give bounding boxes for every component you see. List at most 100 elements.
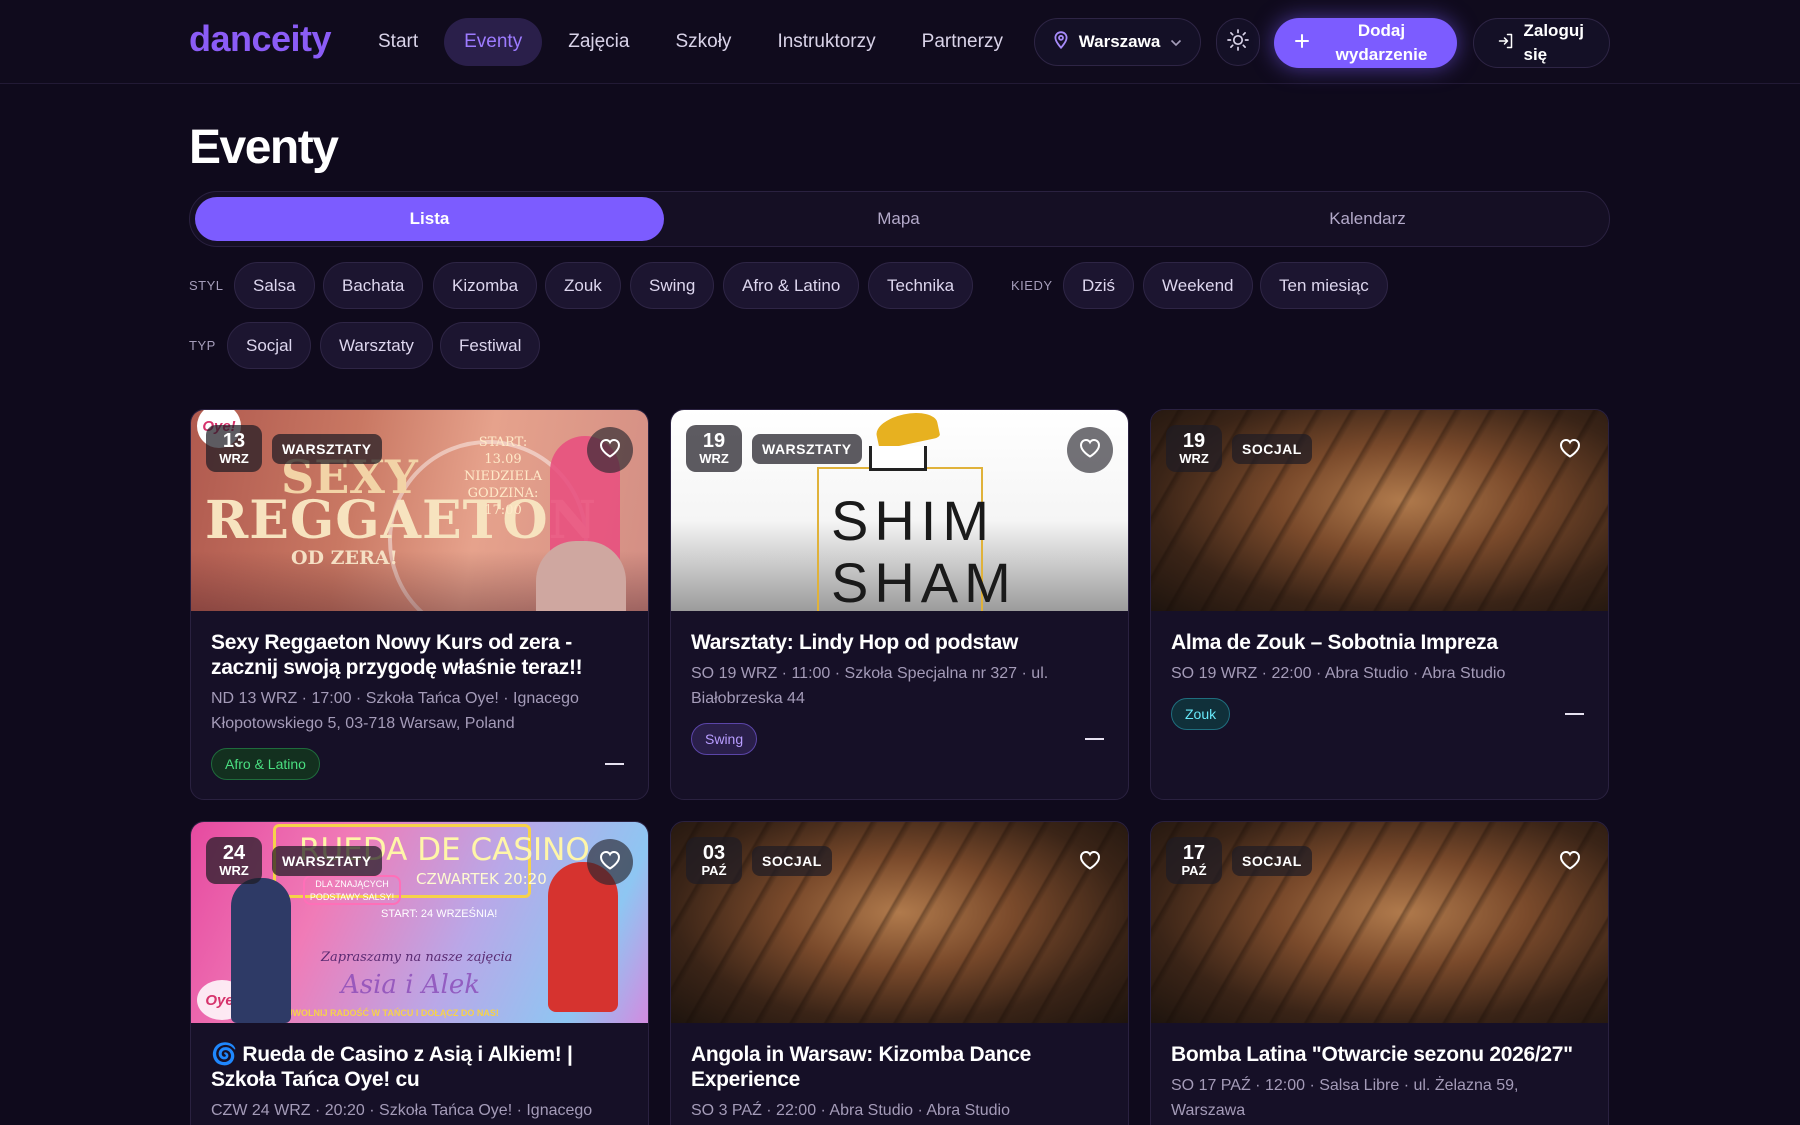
event-title[interactable]: 🌀 Rueda de Casino z Asią i Alkiem! | Szk… bbox=[211, 1042, 628, 1092]
tab-mapa[interactable]: Mapa bbox=[664, 197, 1133, 241]
filter-chip-dzis[interactable]: Dziś bbox=[1063, 262, 1135, 309]
nav-link-start[interactable]: Start bbox=[358, 18, 438, 66]
favorite-button[interactable] bbox=[587, 427, 633, 473]
minus-icon[interactable] bbox=[1085, 738, 1104, 740]
event-title[interactable]: Bomba Latina "Otwarcie sezonu 2026/27" bbox=[1171, 1042, 1588, 1067]
event-card-body: Warsztaty: Lindy Hop od podstaw SO 19 WR… bbox=[671, 611, 1128, 773]
nav-link-eventy[interactable]: Eventy bbox=[444, 18, 543, 66]
map-pin-icon bbox=[1053, 30, 1069, 54]
filter-chip-technika[interactable]: Technika bbox=[868, 262, 974, 309]
filter-chip-bachata[interactable]: Bachata bbox=[323, 262, 424, 309]
event-meta: SO 17 PAŹ · 12:00 · Salsa Libre · ul. Że… bbox=[1171, 1077, 1519, 1119]
event-card[interactable]: 17 PAŹ SOCJAL Bomba Latina "Otwarcie sez… bbox=[1150, 821, 1609, 1125]
event-date-badge: 19 WRZ bbox=[1166, 425, 1222, 472]
filter-chip-weekend[interactable]: Weekend bbox=[1143, 262, 1253, 309]
gramophone-box bbox=[869, 446, 927, 471]
event-meta: CZW 24 WRZ · 20:20 · Szkoła Tańca Oye! ·… bbox=[211, 1102, 593, 1119]
event-day: 03 bbox=[702, 842, 726, 864]
style-filter-label: STYL bbox=[189, 278, 224, 293]
event-card-body: Alma de Zouk – Sobotnia Impreza SO 19 WR… bbox=[1151, 611, 1608, 748]
event-image: 03 PAŹ SOCJAL bbox=[671, 822, 1128, 1023]
type-filter-label: TYP bbox=[189, 338, 216, 353]
event-day: 19 bbox=[702, 430, 726, 452]
image-headline-1: SHIM bbox=[831, 489, 995, 552]
heart-icon bbox=[599, 850, 621, 875]
event-image: 17 PAŹ SOCJAL bbox=[1151, 822, 1608, 1023]
add-event-label: Dodaj wydarzenie bbox=[1335, 21, 1428, 64]
event-card-body: Angola in Warsaw: Kizomba Dance Experien… bbox=[671, 1023, 1128, 1125]
minus-icon[interactable] bbox=[1565, 713, 1584, 715]
heart-icon bbox=[1559, 438, 1581, 463]
filter-chip-warsztaty[interactable]: Warsztaty bbox=[320, 322, 433, 369]
gramophone-horn bbox=[873, 410, 941, 451]
add-event-button[interactable]: Dodaj wydarzenie bbox=[1274, 18, 1457, 68]
event-title[interactable]: Alma de Zouk – Sobotnia Impreza bbox=[1171, 630, 1588, 655]
main-nav: Start Eventy Zajęcia Szkoły Instruktorzy… bbox=[358, 18, 1023, 66]
view-tabs: Lista Mapa Kalendarz bbox=[189, 191, 1610, 247]
filter-chip-swing[interactable]: Swing bbox=[630, 262, 715, 309]
favorite-button[interactable] bbox=[1547, 427, 1593, 473]
filter-chip-festiwal[interactable]: Festiwal bbox=[440, 322, 541, 369]
event-date-badge: 03 PAŹ bbox=[686, 837, 742, 884]
nav-link-zajecia[interactable]: Zajęcia bbox=[548, 18, 649, 66]
filter-chip-afro-latino[interactable]: Afro & Latino bbox=[723, 262, 860, 309]
heart-icon bbox=[1079, 438, 1101, 463]
event-image: 19 WRZ SOCJAL bbox=[1151, 410, 1608, 611]
filter-chip-salsa[interactable]: Salsa bbox=[234, 262, 315, 309]
city-name: Warszawa bbox=[1078, 32, 1161, 51]
favorite-button[interactable] bbox=[1067, 839, 1113, 885]
event-card[interactable]: Oye! SEXY REGGAETON OD ZERA! START: 13.0… bbox=[190, 409, 649, 800]
image-invite: Zapraszamy na nasze zajęcia bbox=[321, 950, 513, 965]
image-start-date: START: 24 WRZEŚNIA! bbox=[381, 908, 498, 920]
filter-chip-socjal[interactable]: Socjal bbox=[227, 322, 312, 369]
nav-link-partnerzy[interactable]: Partnerzy bbox=[902, 18, 1023, 66]
filter-chip-zouk[interactable]: Zouk bbox=[545, 262, 621, 309]
plus-icon bbox=[1294, 33, 1309, 53]
event-date-badge: 19 WRZ bbox=[686, 425, 742, 472]
event-title[interactable]: Sexy Reggaeton Nowy Kurs od zera - zaczn… bbox=[211, 630, 628, 680]
login-label: Zaloguj się bbox=[1523, 21, 1584, 64]
image-headline-2: CZWARTEK 20:20 bbox=[416, 870, 547, 888]
event-card[interactable]: RUEDA DE CASINO CZWARTEK 20:20 DLA ZNAJĄ… bbox=[190, 821, 649, 1125]
event-month: WRZ bbox=[219, 863, 249, 878]
filter-chip-kizomba[interactable]: Kizomba bbox=[433, 262, 538, 309]
event-meta: SO 3 PAŹ · 22:00 · Abra Studio · Abra St… bbox=[691, 1102, 1010, 1119]
event-date-badge: 24 WRZ bbox=[206, 837, 262, 884]
image-date-info: START: 13.09 NIEDZIELA GODZINA: 17:00 bbox=[463, 435, 543, 518]
event-style-tag: Afro & Latino bbox=[211, 748, 320, 780]
minus-icon[interactable] bbox=[605, 763, 624, 765]
event-title[interactable]: Warsztaty: Lindy Hop od podstaw bbox=[691, 630, 1108, 655]
event-type-badge: WARSZTATY bbox=[272, 434, 382, 464]
filter-chip-ten-miesiac[interactable]: Ten miesiąc bbox=[1260, 262, 1388, 309]
event-card-body: 🌀 Rueda de Casino z Asią i Alkiem! | Szk… bbox=[191, 1023, 648, 1125]
favorite-button[interactable] bbox=[587, 839, 633, 885]
event-type-badge: SOCJAL bbox=[752, 846, 832, 876]
sun-icon bbox=[1226, 28, 1250, 57]
event-title[interactable]: Angola in Warsaw: Kizomba Dance Experien… bbox=[691, 1042, 1108, 1092]
event-meta: ND 13 WRZ · 17:00 · Szkoła Tańca Oye! · … bbox=[211, 690, 579, 732]
heart-icon bbox=[1079, 850, 1101, 875]
login-button[interactable]: Zaloguj się bbox=[1473, 18, 1610, 68]
dancer-figure-left bbox=[231, 878, 291, 1023]
page-title: Eventy bbox=[189, 121, 339, 174]
event-month: WRZ bbox=[699, 451, 729, 466]
event-card[interactable]: SHIM SHAM 19 WRZ WARSZTATY Warsztaty: Li… bbox=[670, 409, 1129, 800]
tab-kalendarz[interactable]: Kalendarz bbox=[1133, 197, 1602, 241]
favorite-button[interactable] bbox=[1067, 427, 1113, 473]
when-filter-label: KIEDY bbox=[1011, 278, 1053, 293]
heart-icon bbox=[1559, 850, 1581, 875]
tab-lista[interactable]: Lista bbox=[195, 197, 664, 241]
event-style-tag: Swing bbox=[691, 723, 758, 755]
site-logo[interactable]: danceity bbox=[189, 18, 332, 60]
event-card[interactable]: 19 WRZ SOCJAL Alma de Zouk – Sobotnia Im… bbox=[1150, 409, 1609, 800]
nav-link-szkoly[interactable]: Szkoły bbox=[655, 18, 751, 66]
top-navbar: danceity Start Eventy Zajęcia Szkoły Ins… bbox=[0, 0, 1800, 84]
event-image: Oye! SEXY REGGAETON OD ZERA! START: 13.0… bbox=[191, 410, 648, 611]
event-type-badge: SOCJAL bbox=[1232, 846, 1312, 876]
nav-link-instruktorzy[interactable]: Instruktorzy bbox=[757, 18, 895, 66]
favorite-button[interactable] bbox=[1547, 839, 1593, 885]
city-selector[interactable]: Warszawa bbox=[1034, 18, 1201, 66]
event-card[interactable]: 03 PAŹ SOCJAL Angola in Warsaw: Kizomba … bbox=[670, 821, 1129, 1125]
event-month: WRZ bbox=[219, 451, 249, 466]
theme-toggle-button[interactable] bbox=[1216, 18, 1260, 66]
